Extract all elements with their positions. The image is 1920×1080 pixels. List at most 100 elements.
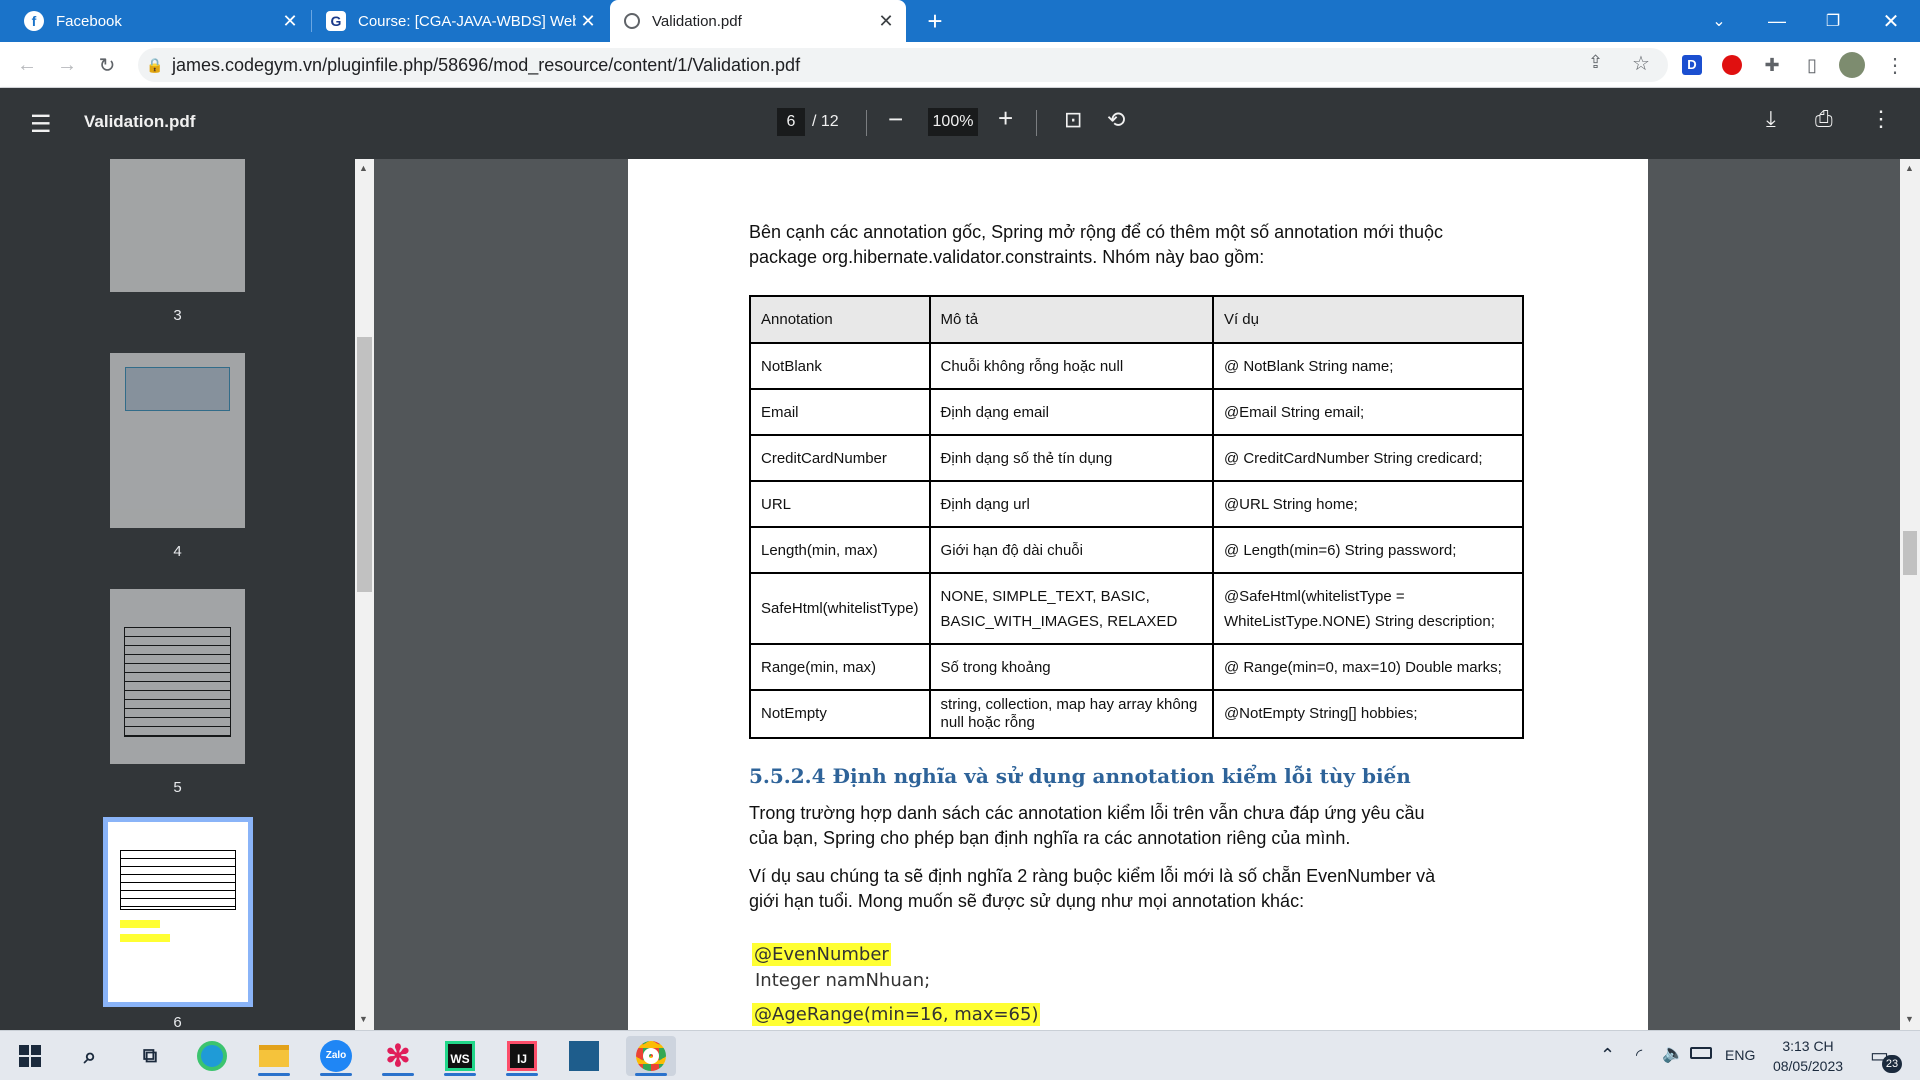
zoom-input[interactable]: 100% bbox=[928, 108, 978, 136]
file-explorer-icon[interactable] bbox=[254, 1036, 294, 1076]
rotate-icon[interactable]: ⟲ bbox=[1107, 107, 1125, 133]
scroll-down-arrow-icon[interactable]: ▼ bbox=[359, 1014, 368, 1024]
annotation-table: Annotation Mô tả Ví dụ NotBlank Chuỗi kh… bbox=[749, 295, 1525, 739]
table-cell: Range(min, max) bbox=[749, 643, 931, 691]
chrome-menu-icon[interactable]: ⋮ bbox=[1880, 50, 1910, 80]
zoom-out-button[interactable]: − bbox=[888, 104, 903, 135]
clock[interactable]: 3:13 CH 08/05/2023 bbox=[1763, 1036, 1853, 1076]
minimize-button[interactable]: — bbox=[1762, 0, 1792, 42]
thumbnail-sidebar: 3 4 5 6 ▲ ▼ bbox=[0, 159, 374, 1030]
mysql-workbench-icon[interactable] bbox=[564, 1036, 604, 1076]
volume-icon[interactable]: 🔈 bbox=[1662, 1043, 1684, 1064]
table-cell: Email bbox=[749, 388, 931, 436]
chrome-icon[interactable] bbox=[626, 1036, 676, 1076]
page-number-input[interactable]: 6 bbox=[777, 108, 805, 136]
code-annotation-evennumber: @EvenNumber bbox=[752, 943, 891, 966]
running-indicator bbox=[506, 1073, 538, 1076]
table-cell: Định dạng số thẻ tín dụng bbox=[928, 434, 1214, 482]
paragraph-2-line-1: Ví dụ sau chúng ta sẽ định nghĩa 2 ràng … bbox=[749, 866, 1436, 886]
tab-course[interactable]: G Course: [CGA-JAVA-WBDS] Web | ✕ bbox=[312, 0, 608, 42]
battery-icon[interactable] bbox=[1690, 1047, 1712, 1059]
code-annotation-agerange: @AgeRange(min=16, max=65) bbox=[752, 1003, 1041, 1026]
tab-facebook[interactable]: f Facebook ✕ bbox=[0, 0, 310, 42]
intellij-icon[interactable]: IJ bbox=[502, 1036, 542, 1076]
restore-button[interactable]: ❐ bbox=[1818, 0, 1848, 42]
code-highlight: @EvenNumber bbox=[752, 943, 891, 966]
table-row: Range(min, max) Số trong khoảng @ Range(… bbox=[749, 643, 1525, 691]
zoom-in-button[interactable]: + bbox=[998, 103, 1013, 134]
extensions-puzzle-icon[interactable]: ✚ bbox=[1757, 50, 1787, 80]
table-header-row: Annotation Mô tả Ví dụ bbox=[749, 295, 1525, 344]
url-text: james.codegym.vn/pluginfile.php/58696/mo… bbox=[172, 54, 801, 75]
thumbnail-page-5[interactable] bbox=[110, 589, 245, 764]
table-cell: NONE, SIMPLE_TEXT, BASIC, BASIC_WITH_IMA… bbox=[928, 572, 1214, 645]
close-tab-icon[interactable]: ✕ bbox=[576, 11, 600, 32]
task-view-icon[interactable]: ⧉ bbox=[130, 1036, 170, 1076]
thumbnail-page-4[interactable] bbox=[110, 353, 245, 528]
browser-tab-strip: f Facebook ✕ G Course: [CGA-JAVA-WBDS] W… bbox=[0, 0, 1920, 42]
lock-icon[interactable]: 🔒 bbox=[138, 57, 172, 74]
show-hidden-icons-chevron-icon[interactable]: ⌃ bbox=[1600, 1045, 1615, 1066]
sidebar-scroll-thumb[interactable] bbox=[357, 337, 372, 592]
back-button[interactable]: ← bbox=[12, 50, 42, 80]
pdf-title: Validation.pdf bbox=[84, 112, 196, 131]
scroll-down-arrow-icon[interactable]: ▼ bbox=[1905, 1014, 1914, 1024]
table-cell: @ Length(min=6) String password; bbox=[1211, 526, 1525, 574]
sidebar-scrollbar[interactable]: ▲ ▼ bbox=[355, 159, 374, 1030]
table-cell: @ Range(min=0, max=10) Double marks; bbox=[1211, 643, 1525, 691]
tab-search-icon[interactable]: ⌄ bbox=[1704, 0, 1734, 42]
fit-page-icon[interactable]: ⊡ bbox=[1064, 107, 1082, 133]
reload-button[interactable]: ↻ bbox=[92, 50, 122, 80]
share-icon[interactable]: ⇪ bbox=[1588, 52, 1603, 73]
slack-icon[interactable]: ✻ bbox=[378, 1036, 418, 1076]
side-panel-icon[interactable]: ▯ bbox=[1797, 50, 1827, 80]
close-window-button[interactable]: ✕ bbox=[1876, 0, 1906, 42]
table-cell: Định dạng url bbox=[928, 480, 1214, 528]
viewer-scrollbar[interactable]: ▲ ▼ bbox=[1900, 159, 1920, 1030]
clock-time: 3:13 CH bbox=[1782, 1038, 1834, 1054]
tab-title: Facebook bbox=[56, 12, 122, 30]
menu-icon[interactable]: ☰ bbox=[30, 110, 52, 139]
paragraph-2-line-2: giới hạn tuổi. Mong muốn sẽ được sử dụng… bbox=[749, 891, 1305, 911]
table-row: NotBlank Chuỗi không rỗng hoặc null @ No… bbox=[749, 342, 1525, 390]
profile-avatar[interactable] bbox=[1837, 50, 1867, 80]
intro-line-2: package org.hibernate.validator.constrai… bbox=[749, 247, 1265, 267]
thumbnail-page-6-selected[interactable] bbox=[103, 817, 253, 1007]
language-indicator[interactable]: ENG bbox=[1725, 1047, 1755, 1063]
address-bar[interactable]: 🔒 james.codegym.vn/pluginfile.php/58696/… bbox=[138, 48, 1668, 82]
forward-button[interactable]: → bbox=[52, 50, 82, 80]
table-cell: @ NotBlank String name; bbox=[1211, 342, 1525, 390]
total-pages: / 12 bbox=[812, 113, 839, 130]
pdf-toolbar: ☰ Validation.pdf 6 / 12 − 100% + ⊡ ⟲ ⤓ ⎙… bbox=[0, 88, 1920, 159]
facebook-icon: f bbox=[24, 11, 44, 31]
extension-d-icon[interactable]: D bbox=[1677, 50, 1707, 80]
windows-start-icon[interactable] bbox=[10, 1036, 50, 1076]
network-icon[interactable]: ◜ bbox=[1636, 1045, 1642, 1065]
edge-icon[interactable] bbox=[192, 1036, 232, 1076]
bookmark-star-icon[interactable]: ☆ bbox=[1632, 51, 1650, 76]
scroll-up-arrow-icon[interactable]: ▲ bbox=[1905, 163, 1914, 173]
section-heading: 5.5.2.4 Định nghĩa và sử dụng annotation… bbox=[749, 764, 1411, 788]
webstorm-icon[interactable]: WS bbox=[440, 1036, 480, 1076]
scroll-up-arrow-icon[interactable]: ▲ bbox=[359, 163, 368, 173]
running-indicator bbox=[258, 1073, 290, 1076]
print-icon[interactable]: ⎙ bbox=[1815, 106, 1833, 132]
table-cell: Số trong khoảng bbox=[928, 643, 1214, 691]
table-row: Length(min, max) Giới hạn độ dài chuỗi @… bbox=[749, 526, 1525, 574]
table-cell: @SafeHtml(whitelistType = WhiteListType.… bbox=[1211, 572, 1525, 645]
download-icon[interactable]: ⤓ bbox=[1766, 106, 1776, 132]
more-options-icon[interactable]: ⋮ bbox=[1870, 106, 1892, 132]
close-tab-icon[interactable]: ✕ bbox=[874, 11, 898, 32]
webstorm-label: WS bbox=[445, 1041, 475, 1071]
zalo-icon[interactable]: Zalo bbox=[316, 1036, 356, 1076]
table-cell: NotBlank bbox=[749, 342, 931, 390]
extension-adblock-icon[interactable] bbox=[1717, 50, 1747, 80]
pdf-page: Bên cạnh các annotation gốc, Spring mở r… bbox=[628, 159, 1648, 1030]
tab-validation-pdf[interactable]: Validation.pdf ✕ bbox=[610, 0, 906, 42]
thumbnail-page-3[interactable] bbox=[110, 159, 245, 292]
clock-date: 08/05/2023 bbox=[1772, 1058, 1844, 1074]
search-icon[interactable]: ⌕ bbox=[70, 1036, 110, 1076]
close-tab-icon[interactable]: ✕ bbox=[278, 11, 302, 32]
new-tab-button[interactable]: + bbox=[920, 0, 950, 42]
viewer-scroll-thumb[interactable] bbox=[1903, 531, 1917, 575]
